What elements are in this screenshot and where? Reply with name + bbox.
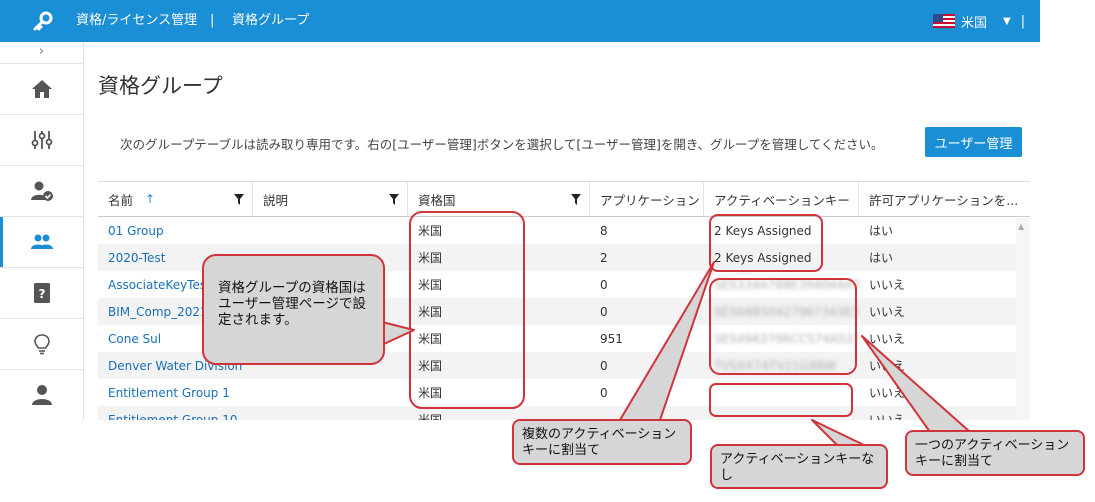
sidebar-item-profile[interactable] [0, 370, 83, 420]
cell-activation-key: 2 Keys Assigned [714, 223, 812, 238]
pointer-no-key-note [811, 419, 867, 447]
top-bar: 資格/ライセンス管理 | 資格グループ 米国 ▼ | [0, 0, 1040, 42]
table-scrollbar[interactable]: ▲ [1016, 218, 1030, 420]
sidebar: › ? [0, 42, 84, 420]
table-row[interactable]: Entitlement Group 10 米国 いいえ [98, 406, 1030, 420]
filter-icon[interactable] [234, 194, 244, 205]
column-header-description[interactable]: 説明 [253, 182, 408, 216]
cell-activation-key: SES334A788E394044A7... [714, 277, 859, 292]
cell-country: 米国 [418, 386, 443, 400]
cell-country: 米国 [418, 251, 443, 265]
cell-activation-key: SES4943796CC574A527... [714, 331, 859, 346]
breadcrumb-separator: | [210, 13, 215, 28]
region-label: 米国 [961, 15, 988, 31]
breadcrumb-entitlement-groups: 資格グループ [232, 13, 310, 28]
cell-country: 米国 [418, 305, 443, 319]
cell-allowed: いいえ [869, 305, 906, 319]
annotation-single-key-note: 一つのアクティベーションキーに割当て [905, 430, 1085, 476]
topbar-separator: | [1020, 13, 1026, 29]
cell-activation-key: SES04B50427967343E3B... [714, 304, 859, 319]
column-header-allowed-apps[interactable]: 許可アプリケーションを... [859, 182, 1030, 216]
app-window: 資格/ライセンス管理 | 資格グループ 米国 ▼ | › ? 資格グループ 次の… [0, 0, 1040, 420]
filter-icon[interactable] [571, 194, 581, 205]
cell-allowed: はい [869, 224, 894, 238]
sidebar-item-user-check[interactable] [0, 166, 83, 217]
column-header-applications[interactable]: アプリケーション [590, 182, 704, 216]
cell-activation-key: TVSXX74TV21G98W [714, 358, 837, 373]
cell-allowed: いいえ [869, 278, 906, 292]
region-selector[interactable]: 米国 ▼ | [933, 0, 1025, 42]
user-management-button[interactable]: ユーザー管理 [925, 127, 1022, 157]
lightbulb-icon [33, 334, 50, 355]
cell-allowed: いいえ [869, 386, 906, 400]
svg-text:?: ? [38, 287, 45, 301]
cell-applications: 2 [600, 250, 608, 265]
table-row[interactable]: 01 Group 米国 8 2 Keys Assigned はい [98, 217, 1030, 244]
sliders-icon [31, 131, 52, 149]
cell-country: 米国 [418, 413, 443, 420]
cell-applications: 0 [600, 304, 608, 319]
cell-applications: 0 [600, 385, 608, 400]
key-wrench-logo-icon[interactable] [32, 10, 54, 32]
cell-name[interactable]: Entitlement Group 10 [98, 406, 253, 421]
user-check-icon [30, 181, 53, 201]
cell-country: 米国 [418, 332, 443, 346]
page-title: 資格グループ [98, 74, 223, 98]
filter-icon[interactable] [389, 194, 399, 205]
cell-name[interactable]: 01 Group [98, 217, 253, 244]
cell-activation-key: 2 Keys Assigned [714, 250, 812, 265]
annotation-multi-key-note: 複数のアクティベーションキーに割当て [512, 419, 692, 465]
cell-applications: 0 [600, 277, 608, 292]
cell-name[interactable]: Entitlement Group 1 [98, 379, 253, 406]
cell-allowed: いいえ [869, 359, 906, 373]
sidebar-item-groups[interactable] [0, 217, 83, 268]
cell-description [253, 217, 408, 244]
cell-country: 米国 [418, 224, 443, 238]
cell-applications: 0 [600, 358, 608, 373]
column-header-country[interactable]: 資格国 [408, 182, 590, 216]
cell-country: 米国 [418, 278, 443, 292]
cell-allowed: いいえ [869, 413, 906, 420]
cell-allowed: いいえ [869, 332, 906, 346]
sidebar-item-ideas[interactable] [0, 319, 83, 370]
column-header-name[interactable]: 名前 ↑ [98, 182, 253, 216]
sort-ascending-icon[interactable]: ↑ [145, 192, 155, 206]
table-header: 名前 ↑ 説明 資格国 アプリケーション アクティベーションキー 許可アプリケー… [98, 181, 1030, 217]
cell-country: 米国 [418, 359, 443, 373]
column-header-activation-key[interactable]: アクティベーションキー [704, 182, 859, 216]
intro-text: 次のグループテーブルは読み取り専用です。右の[ユーザー管理]ボタンを選択して[ユ… [120, 137, 884, 152]
users-icon [30, 234, 53, 249]
cell-applications: 951 [600, 331, 623, 346]
user-icon [31, 385, 52, 405]
cell-applications: 8 [600, 223, 608, 238]
us-flag-icon [933, 14, 955, 28]
cell-allowed: はい [869, 251, 894, 265]
cell-description [253, 406, 408, 420]
home-icon [31, 80, 52, 98]
sidebar-item-settings[interactable] [0, 115, 83, 166]
breadcrumb-entitlement-management[interactable]: 資格/ライセンス管理 [76, 0, 197, 42]
table-row[interactable]: Entitlement Group 1 米国 0 いいえ [98, 379, 1030, 406]
cell-applications [590, 406, 704, 420]
sidebar-item-home[interactable] [0, 64, 83, 115]
sidebar-item-help[interactable]: ? [0, 268, 83, 319]
sidebar-expand-toggle[interactable]: › [0, 42, 83, 64]
scroll-up-icon[interactable]: ▲ [1018, 222, 1024, 231]
chevron-down-icon[interactable]: ▼ [1003, 16, 1011, 27]
annotation-country-note: 資格グループの資格国はユーザー管理ページで設定されます。 [202, 254, 385, 365]
cell-activation-key [704, 406, 859, 420]
cell-activation-key [704, 379, 859, 406]
annotation-no-key-note: アクティベーションキーなし [710, 444, 888, 489]
cell-description [253, 379, 408, 406]
help-book-icon: ? [33, 283, 50, 303]
